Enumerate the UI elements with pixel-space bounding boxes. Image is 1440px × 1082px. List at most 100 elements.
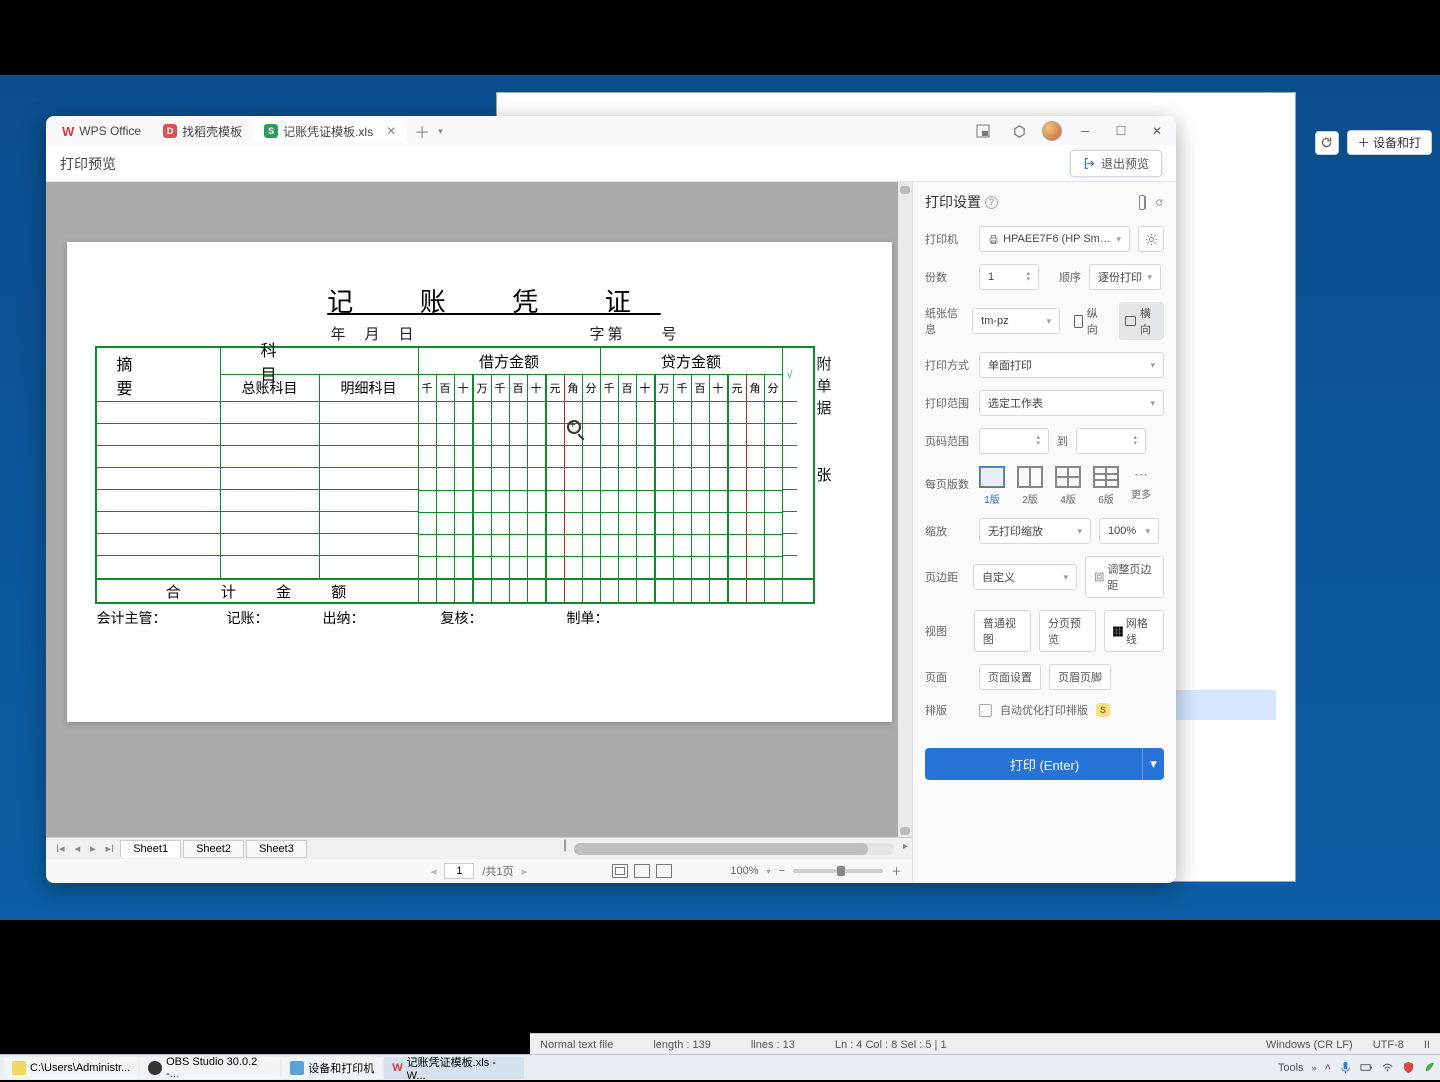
orientation-portrait[interactable]: 纵向 — [1068, 302, 1111, 340]
layout-more[interactable]: ⋯更多 — [1131, 466, 1151, 506]
pager-next-icon[interactable]: ▸ — [522, 865, 528, 878]
label-printer: 打印机 — [925, 231, 971, 247]
tab-close-icon[interactable]: ✕ — [386, 124, 396, 138]
tray-battery-icon[interactable] — [1360, 1061, 1373, 1074]
margin-icon — [1094, 571, 1104, 583]
auto-arrange-checkbox[interactable] — [979, 704, 992, 717]
printer-select[interactable]: HPAEE7F6 (HP Smart Ta... ▾ — [979, 226, 1130, 252]
panel-refresh-icon[interactable] — [1155, 195, 1164, 210]
zoom-caret-icon[interactable]: ▾ — [767, 867, 771, 876]
zoom-in-icon[interactable]: ＋ — [891, 863, 902, 879]
margin-select[interactable]: 自定义▾ — [973, 564, 1077, 590]
taskbar-item-file[interactable]: C:\Users\Administr... — [4, 1057, 138, 1079]
copies-input[interactable]: 1 ▴▾ — [979, 264, 1039, 290]
printer-settings-button[interactable] — [1138, 226, 1164, 252]
layout-4up[interactable]: 4版 — [1055, 466, 1081, 506]
view-mode-1-icon[interactable] — [612, 864, 628, 878]
view-normal-button[interactable]: 普通视图 — [974, 610, 1031, 652]
adjust-margin-button[interactable]: 调整页边距 — [1085, 556, 1164, 598]
range-select[interactable]: 选定工作表▾ — [979, 390, 1164, 416]
new-tab-button[interactable]: ＋ — [408, 119, 436, 143]
hscroll-sep-icon[interactable]: ┃ — [562, 841, 568, 852]
tab-templates[interactable]: D 找稻壳模板 — [153, 119, 252, 143]
tab-list-caret-icon[interactable]: ▾ — [438, 126, 443, 137]
pager-prev-icon[interactable]: ◂ — [431, 865, 437, 878]
orientation-landscape[interactable]: 横向 — [1119, 302, 1164, 340]
print-button[interactable]: 打印 (Enter) ▾ — [925, 748, 1164, 780]
horizontal-scrollbar[interactable] — [574, 843, 894, 855]
layout-2up[interactable]: 2版 — [1017, 466, 1043, 506]
sheet-next-icon[interactable]: ▸ — [86, 842, 100, 855]
pager-page-input[interactable] — [444, 863, 474, 879]
vertical-scrollbar[interactable] — [898, 182, 912, 837]
view-gridlines-button[interactable]: 网格线 — [1104, 610, 1164, 652]
layout-6up[interactable]: 6版 — [1093, 466, 1119, 506]
cloud-icon[interactable] — [1006, 118, 1032, 144]
taskbar-expand-icon[interactable]: » — [1312, 1063, 1317, 1073]
col-credit-head: 贷方金额 — [601, 348, 782, 375]
preview-header: 打印预览 退出预览 — [46, 146, 1176, 182]
docer-icon: D — [163, 124, 177, 138]
zoom-slider[interactable] — [793, 869, 883, 873]
maximize-button[interactable]: ☐ — [1108, 118, 1134, 144]
panel-layout-icon[interactable] — [1139, 195, 1145, 210]
taskbar-item-wps[interactable]: W 记账凭证模板.xls - W... — [384, 1057, 524, 1079]
paper-select[interactable]: tm-pz▾ — [972, 308, 1060, 334]
col-debit-head: 借方金额 — [419, 348, 600, 375]
attachment-label: 附 单 据 — [817, 354, 832, 420]
tab-document[interactable]: S 记账凭证模板.xls ✕ — [254, 119, 406, 143]
minimize-button[interactable]: ─ — [1072, 118, 1098, 144]
view-pagebreak-button[interactable]: 分页预览 — [1039, 610, 1096, 652]
tray-wifi-icon[interactable] — [1381, 1061, 1394, 1074]
taskbar-item-obs[interactable]: OBS Studio 30.0.2 -... — [140, 1057, 280, 1079]
sheet-tab-1[interactable]: Sheet1 — [120, 840, 181, 858]
page-setup-button[interactable]: 页面设置 — [979, 664, 1041, 690]
exit-preview-button[interactable]: 退出预览 — [1070, 150, 1162, 177]
grid-icon — [1113, 626, 1123, 637]
sheet-tab-bar: I◂ ◂ ▸ ▸I Sheet1 Sheet2 Sheet3 ┃ ◂ ▸ — [46, 837, 912, 859]
help-icon[interactable]: ? — [985, 196, 998, 209]
sheet-first-icon[interactable]: I◂ — [52, 842, 69, 855]
label-page: 页面 — [925, 669, 971, 685]
sheet-tab-3[interactable]: Sheet3 — [246, 840, 307, 858]
credit-grid — [601, 402, 782, 578]
scale-select[interactable]: 无打印缩放▾ — [979, 518, 1091, 544]
pager-bar: ◂ /共1页 ▸ 100% ▾ − ＋ — [46, 859, 912, 883]
label-to: 到 — [1057, 433, 1068, 449]
label-margin: 页边距 — [925, 569, 965, 585]
user-avatar[interactable] — [1042, 121, 1062, 141]
sheet-prev-icon[interactable]: ◂ — [71, 842, 85, 855]
tray-leaf-icon[interactable] — [1423, 1061, 1436, 1074]
spreadsheet-icon: S — [264, 124, 278, 138]
bg-add-device-button[interactable]: ＋ 设备和打 — [1347, 130, 1432, 155]
tray-mic-icon[interactable] — [1339, 1061, 1352, 1074]
taskbar-item-devices[interactable]: 设备和打印机 — [282, 1057, 382, 1079]
tray-shield-icon[interactable] — [1402, 1061, 1415, 1074]
col-detail-head: 明细科目 — [320, 375, 418, 401]
print-dropdown-icon[interactable]: ▾ — [1142, 748, 1164, 780]
hscroll-right-icon[interactable]: ▸ — [903, 841, 908, 852]
sheet-tab-2[interactable]: Sheet2 — [183, 840, 244, 858]
scale-pct-select[interactable]: 100%▾ — [1099, 518, 1159, 544]
close-button[interactable]: ✕ — [1144, 118, 1170, 144]
tray-chevron-icon[interactable]: ˄ — [1325, 1062, 1331, 1074]
label-view: 视图 — [925, 623, 966, 639]
zoom-out-icon[interactable]: − — [779, 865, 785, 877]
pip-icon[interactable] — [970, 118, 996, 144]
sheet-last-icon[interactable]: ▸I — [102, 842, 119, 855]
status-lines: lines : 13 — [751, 1039, 795, 1051]
taskbar-tools[interactable]: Tools — [1278, 1062, 1304, 1074]
view-mode-3-icon[interactable] — [656, 864, 672, 878]
page-from-input[interactable]: ▴▾ — [979, 428, 1049, 454]
tab-wps-office[interactable]: W WPS Office — [52, 119, 151, 143]
bg-refresh-button[interactable] — [1315, 131, 1339, 155]
zoom-cursor-icon — [567, 420, 581, 434]
layout-1up[interactable]: 1版 — [979, 466, 1005, 506]
order-select[interactable]: 逐份打印▾ — [1089, 264, 1161, 290]
view-mode-2-icon[interactable] — [634, 864, 650, 878]
wps-logo-icon: W — [62, 124, 74, 139]
status-mode: Normal text file — [540, 1039, 613, 1051]
mode-select[interactable]: 单面打印▾ — [979, 352, 1164, 378]
page-to-input[interactable]: ▴▾ — [1076, 428, 1146, 454]
header-footer-button[interactable]: 页眉页脚 — [1049, 664, 1111, 690]
